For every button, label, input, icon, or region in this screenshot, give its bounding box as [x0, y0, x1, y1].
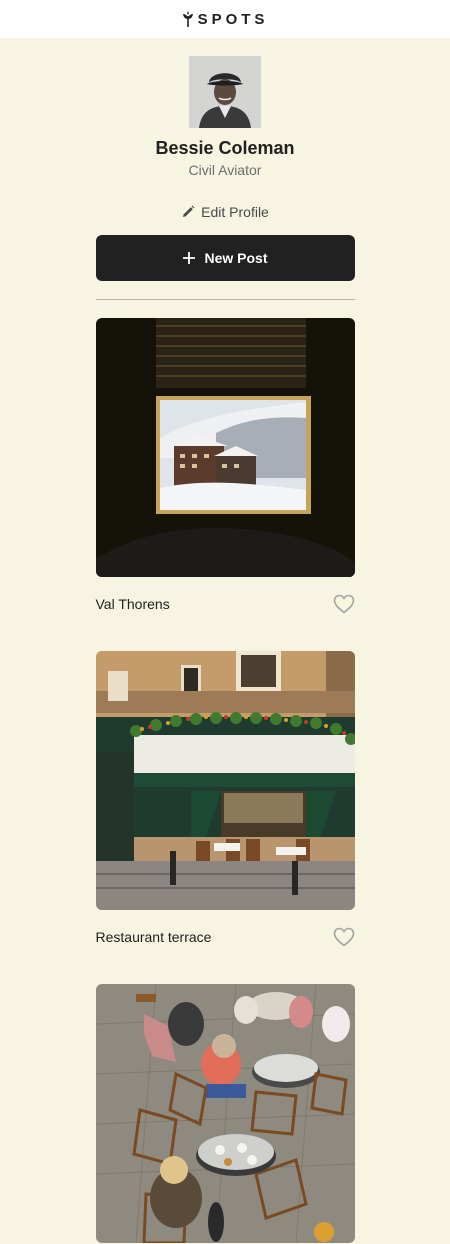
parisian-restaurant-storefront-image — [95, 651, 355, 910]
post-card: Restaurant terrace — [95, 651, 355, 948]
post-title: Restaurant terrace — [95, 929, 212, 945]
avatar-photo — [189, 56, 261, 128]
heart-icon[interactable] — [333, 927, 355, 947]
new-post-label: New Post — [204, 250, 268, 266]
edit-profile-label: Edit Profile — [201, 204, 269, 220]
post-image[interactable] — [95, 318, 355, 577]
profile-role: Civil Aviator — [188, 162, 262, 178]
heart-icon[interactable] — [333, 594, 355, 614]
profile-name: Bessie Coleman — [155, 138, 295, 158]
brand-name: SPOTS — [197, 10, 269, 28]
post-feed: Val Thorens Restaurant terrace — [0, 300, 450, 1243]
post-card: Val Thorens — [95, 318, 355, 615]
profile-section: Bessie Coleman Civil Aviator Edit Profil… — [0, 38, 450, 300]
snowy-village-through-window-image — [95, 318, 355, 577]
cafe-tables-overhead-image — [95, 984, 355, 1243]
top-bar: SPOTS — [0, 0, 450, 38]
post-footer: Restaurant terrace — [96, 926, 355, 948]
post-card — [95, 984, 355, 1243]
post-image[interactable] — [95, 651, 355, 910]
plus-icon — [183, 252, 196, 264]
divider — [95, 299, 355, 300]
avatar — [189, 56, 261, 128]
post-footer: Val Thorens — [96, 593, 355, 615]
post-image[interactable] — [95, 984, 355, 1243]
new-post-button[interactable]: New Post — [95, 235, 355, 281]
logo[interactable]: SPOTS — [182, 11, 269, 28]
sprout-icon — [182, 11, 193, 27]
post-title: Val Thorens — [95, 596, 170, 612]
pencil-icon — [183, 205, 195, 217]
edit-profile-button[interactable]: Edit Profile — [181, 204, 269, 220]
